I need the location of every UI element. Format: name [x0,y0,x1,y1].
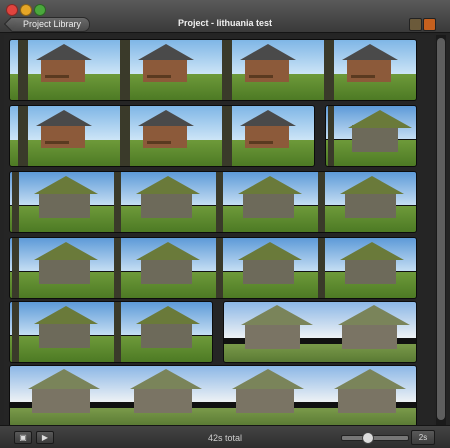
video-clip[interactable] [9,365,417,425]
clip-thumbnail [10,238,113,298]
music-icon[interactable] [423,18,436,31]
clip-thumbnail [112,302,212,362]
title-bar: Project Library Project - lithuania test [0,0,450,33]
clip-thumbnail [214,40,317,100]
video-clip[interactable] [9,237,417,299]
close-window-button[interactable] [6,4,18,16]
clip-thumbnail [224,302,322,362]
video-clip[interactable] [325,105,417,167]
clip-thumbnail [112,238,215,298]
clip-thumbnail [316,40,416,100]
clip-thumbnail [214,106,314,166]
clip-thumbnail [10,172,113,232]
clip-thumbnail [10,302,113,362]
clip-thumbnail [214,172,317,232]
minimize-window-button[interactable] [20,4,32,16]
clip-thumbnail [10,106,113,166]
theme-icon[interactable] [409,18,422,31]
frame-duration-button[interactable]: 2s [411,430,435,445]
video-clip[interactable] [9,171,417,233]
clip-thumbnail [316,172,416,232]
video-clip[interactable] [9,39,417,101]
clip-thumbnail [10,40,113,100]
clip-thumbnail [112,172,215,232]
clip-thumbnail [321,302,416,362]
video-clip[interactable] [9,105,315,167]
scrollbar-thumb[interactable] [437,38,445,420]
clip-thumbnail [112,106,215,166]
bottom-toolbar: ▣ ▶ 42s total 2s [0,425,450,448]
imovie-window: Project Library Project - lithuania test [0,0,450,448]
clip-thumbnail [316,238,416,298]
clip-thumbnail [214,366,317,425]
clip-thumbnail [214,238,317,298]
slider-knob[interactable] [361,432,374,444]
clip-thumbnail [112,366,215,425]
zoom-window-button[interactable] [34,4,46,16]
thumbnail-size-slider[interactable] [341,432,409,444]
clip-thumbnail [10,366,113,425]
project-title: Project - lithuania test [177,18,273,28]
clip-thumbnail [326,106,416,166]
clip-thumbnail [112,40,215,100]
clip-thumbnail [316,366,416,425]
project-storyboard [4,35,434,425]
video-clip[interactable] [9,301,213,363]
video-clip[interactable] [223,301,417,363]
